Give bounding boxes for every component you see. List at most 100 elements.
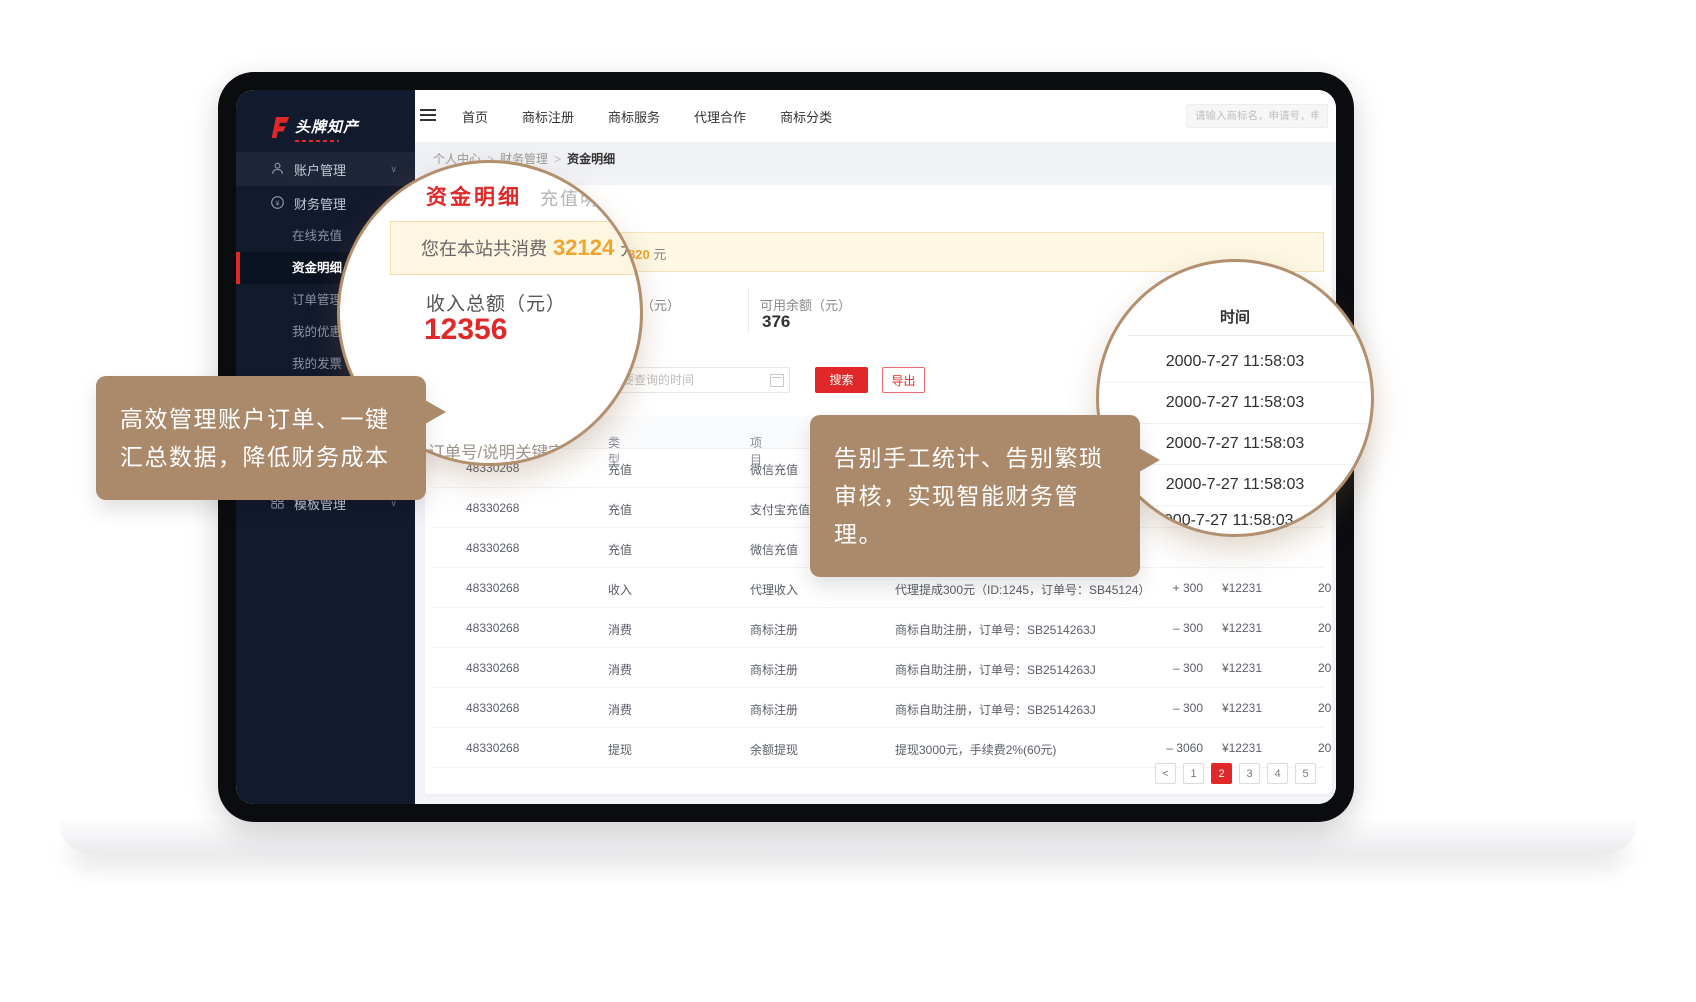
search-input[interactable] xyxy=(1186,104,1328,128)
laptop-base xyxy=(60,820,1636,854)
magnified-order-col-header: 订单号/说明关键字 xyxy=(428,439,565,463)
cell-desc: 商标自助注册，订单号：SB2514263J xyxy=(895,621,1096,638)
cell-amount: – 3060 xyxy=(1115,741,1203,755)
pagination: <12345 xyxy=(1155,763,1316,784)
cell-amount: – 300 xyxy=(1115,701,1203,715)
cell-type: 充值 xyxy=(608,501,632,518)
user-icon xyxy=(270,161,286,177)
brand-name: 头牌知产 xyxy=(295,119,359,136)
cell-type: 消费 xyxy=(608,621,632,638)
cell-balance: ¥12231 xyxy=(1212,581,1262,595)
pagination-page-4[interactable]: 4 xyxy=(1267,763,1288,784)
magnified-time-1: 2000-7-27 11:58:03 xyxy=(1099,383,1371,424)
pagination-page-5[interactable]: 5 xyxy=(1295,763,1316,784)
sidebar-group-0[interactable]: 账户管理 ∨ xyxy=(236,152,415,186)
callout-left: 高效管理账户订单、一键汇总数据，降低财务成本 xyxy=(96,376,426,500)
brand-logo: 头牌知产 xyxy=(269,116,359,144)
pagination-prev[interactable]: < xyxy=(1155,763,1176,784)
cell-project: 支付宝充值 xyxy=(750,501,810,518)
cell-desc: 商标自助注册，订单号：SB2514263J xyxy=(895,701,1096,718)
calendar-icon[interactable] xyxy=(770,374,784,387)
magnified-time-0: 2000-7-27 11:58:03 xyxy=(1099,342,1371,383)
magnified-active-tab: 资金明细 xyxy=(426,181,522,211)
magnified-time-header: 时间 xyxy=(1099,306,1371,327)
cell-order: 48330268 xyxy=(466,701,519,715)
magnified-income-label: 收入总额（元） xyxy=(426,289,566,316)
cell-project: 余额提现 xyxy=(750,741,798,758)
cell-time: 2000-7-27 11:58:03 xyxy=(1318,701,1332,715)
cell-amount: – 300 xyxy=(1115,661,1203,675)
cell-project: 商标注册 xyxy=(750,661,798,678)
table-row-4: 48330268 消费 商标注册 商标自助注册，订单号：SB2514263J – 300… xyxy=(433,608,1324,648)
top-navigation: 首页 商标注册 商标服务 代理合作 商标分类 xyxy=(462,90,832,142)
cell-type: 消费 xyxy=(608,661,632,678)
search-button[interactable]: 搜索 xyxy=(815,367,868,393)
menu-icon[interactable] xyxy=(420,109,436,122)
cell-desc: 代理提成300元（ID:1245，订单号：SB45124） xyxy=(895,581,1150,598)
cell-balance: ¥12231 xyxy=(1212,741,1262,755)
topnav-item-1[interactable]: 商标注册 xyxy=(522,107,574,126)
brand-logo-icon xyxy=(269,116,290,144)
cell-time: 2000-7-27 11:58:03 xyxy=(1318,621,1332,635)
cell-project: 商标注册 xyxy=(750,701,798,718)
topnav-item-3[interactable]: 代理合作 xyxy=(694,107,746,126)
cell-type: 充值 xyxy=(608,541,632,558)
breadcrumb-item-2[interactable]: 资金明细 xyxy=(567,150,615,167)
cell-project: 微信充值 xyxy=(750,461,798,478)
export-button[interactable]: 导出 xyxy=(882,367,925,393)
topnav-item-4[interactable]: 商标分类 xyxy=(780,107,832,126)
cell-order: 48330268 xyxy=(466,621,519,635)
cell-project: 微信充值 xyxy=(750,541,798,558)
callout-arrow-icon xyxy=(1139,448,1160,472)
cell-amount: – 300 xyxy=(1115,621,1203,635)
cell-desc: 商标自助注册，订单号：SB2514263J xyxy=(895,661,1096,678)
cell-desc: 提现3000元，手续费2%(60元) xyxy=(895,741,1056,758)
callout-arrow-icon xyxy=(425,400,446,424)
cell-type: 提现 xyxy=(608,741,632,758)
table-row-6: 48330268 消费 商标注册 商标自助注册，订单号：SB2514263J – 300… xyxy=(433,688,1324,728)
callout-right-text: 告别手工统计、告别繁琐审核，实现智能财务管理。 xyxy=(834,445,1104,547)
divider xyxy=(1127,335,1365,336)
callout-left-text: 高效管理账户订单、一键汇总数据，降低财务成本 xyxy=(120,406,390,470)
cell-type: 充值 xyxy=(608,461,632,478)
stats-divider xyxy=(748,288,749,334)
cell-time: 2000-7-27 11:58:03 xyxy=(1318,741,1332,755)
table-row-5: 48330268 消费 商标注册 商标自助注册，订单号：SB2514263J – 300… xyxy=(433,648,1324,688)
cell-type: 消费 xyxy=(608,701,632,718)
sidebar-group-label: 财务管理 xyxy=(294,194,346,213)
topnav-item-2[interactable]: 商标服务 xyxy=(608,107,660,126)
callout-right: 告别手工统计、告别繁琐审核，实现智能财务管理。 xyxy=(810,415,1140,577)
cell-order: 48330268 xyxy=(466,661,519,675)
pagination-page-2[interactable]: 2 xyxy=(1211,763,1232,784)
svg-text:¥: ¥ xyxy=(275,198,280,207)
cell-balance: ¥12231 xyxy=(1212,661,1262,675)
magnified-income-value: 12356 xyxy=(424,313,507,347)
cell-time: 2000-7-27 11:58:03 xyxy=(1318,581,1332,595)
pagination-page-1[interactable]: 1 xyxy=(1183,763,1204,784)
canvas: 头牌知产 账户管理∨¥财务管理∧在线充值资金明细订单管理我的优惠券我的发票模板管… xyxy=(0,0,1696,1002)
chevron-icon: ∨ xyxy=(390,164,397,175)
table-row-7: 48330268 提现 余额提现 提现3000元，手续费2%(60元) – 3060 ¥1… xyxy=(433,728,1324,768)
cell-order: 48330268 xyxy=(466,581,519,595)
breadcrumb-separator: > xyxy=(554,152,561,166)
caret-down-icon[interactable]: ∨ xyxy=(753,434,759,443)
sidebar-group-label: 账户管理 xyxy=(294,160,346,179)
cell-order: 48330268 xyxy=(466,541,519,555)
magnified-notice-bar: 您在本站共消费 32124 元 xyxy=(390,221,643,275)
cell-project: 代理收入 xyxy=(750,581,798,598)
breadcrumb-bar: 个人中心>财务管理>资金明细 xyxy=(415,142,1336,175)
caret-down-icon[interactable]: ∨ xyxy=(611,434,617,443)
available-balance-value: 376 xyxy=(762,312,790,332)
cell-balance: ¥12231 xyxy=(1212,701,1262,715)
cell-order: 48330268 xyxy=(466,501,519,515)
magnified-secondary-tab: 充值明细 xyxy=(540,185,620,211)
cell-time: 2000-7-27 11:58:03 xyxy=(1318,661,1332,675)
brand-tagline-decoration xyxy=(295,140,339,142)
cell-type: 收入 xyxy=(608,581,632,598)
pagination-page-3[interactable]: 3 xyxy=(1239,763,1260,784)
magnified-time-partial: 2000-7-27 11:58:03 xyxy=(1155,512,1293,530)
finance-icon: ¥ xyxy=(270,195,286,211)
topnav-item-0[interactable]: 首页 xyxy=(462,107,488,126)
cell-project: 商标注册 xyxy=(750,621,798,638)
cell-order: 48330268 xyxy=(466,741,519,755)
